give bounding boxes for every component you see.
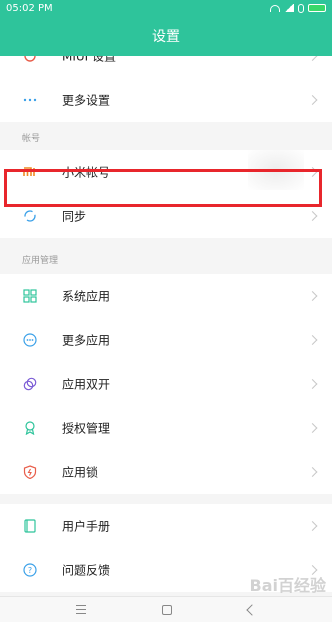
- chevron-right-icon: [307, 95, 318, 105]
- settings-item-label: 问题反馈: [62, 563, 111, 578]
- settings-item-more-settings[interactable]: 更多设置: [0, 78, 332, 122]
- settings-item-label: 应用锁: [62, 465, 99, 480]
- chevron-right-icon: [307, 423, 318, 433]
- shield-lock-icon: [22, 464, 38, 480]
- gear-icon: [22, 56, 38, 64]
- watermark: Bai百经验: [249, 576, 326, 595]
- chevron-right-icon: [307, 56, 318, 61]
- chevron-right-icon: [307, 291, 318, 301]
- chevron-right-icon: [307, 379, 318, 389]
- settings-item-label: 用户手册: [62, 519, 111, 534]
- wifi-icon: [270, 4, 280, 12]
- back-icon[interactable]: [246, 603, 258, 616]
- settings-item-more-apps[interactable]: 更多应用: [0, 318, 332, 362]
- svg-text:?: ?: [28, 566, 32, 575]
- status-bar: 05:02 PM: [0, 0, 332, 16]
- settings-item-label: 更多应用: [62, 333, 111, 348]
- battery-icon: [308, 4, 326, 12]
- settings-item-permissions[interactable]: 授权管理: [0, 406, 332, 450]
- nav-bar: [0, 596, 332, 622]
- page-title: 设置: [152, 29, 180, 45]
- mic-icon: [298, 3, 304, 13]
- section-header-account: 帐号: [22, 134, 41, 144]
- grid-icon: [22, 288, 38, 304]
- section-header-apps: 应用管理: [22, 256, 59, 266]
- chevron-right-icon: [307, 521, 318, 531]
- settings-item-app-lock[interactable]: 应用锁: [0, 450, 332, 494]
- dual-apps-icon: [22, 376, 38, 392]
- help-icon: ?: [22, 562, 38, 578]
- chevron-right-icon: [307, 467, 318, 477]
- more-dots-icon: [22, 92, 38, 108]
- status-time: 05:02 PM: [6, 2, 53, 14]
- title-bar: 设置: [0, 16, 332, 56]
- manual-icon: [22, 518, 38, 534]
- chevron-right-icon: [307, 335, 318, 345]
- menu-icon[interactable]: [76, 605, 86, 614]
- settings-item-label: 系统应用: [62, 289, 111, 304]
- settings-item-dual-apps[interactable]: 应用双开: [0, 362, 332, 406]
- status-icons: [270, 3, 326, 13]
- settings-item-label: MIUI 设置: [62, 56, 117, 64]
- permission-icon: [22, 420, 38, 436]
- settings-item-miui[interactable]: MIUI 设置: [0, 56, 332, 78]
- chevron-right-icon: [307, 211, 318, 221]
- settings-item-label: 同步: [62, 209, 87, 224]
- home-icon[interactable]: [162, 604, 172, 615]
- signal-icon: [284, 4, 294, 12]
- settings-item-label: 更多设置: [62, 93, 111, 108]
- highlight-box-sync: [4, 169, 322, 207]
- settings-item-label: 授权管理: [62, 421, 111, 436]
- sync-icon: [22, 208, 38, 224]
- more-circle-icon: [22, 332, 38, 348]
- settings-item-label: 应用双开: [62, 377, 111, 392]
- settings-item-user-manual[interactable]: 用户手册: [0, 504, 332, 548]
- settings-list: MIUI 设置 更多设置 帐号 小米帐号 同步 应用管理 系统应用 更多应用 应…: [0, 56, 332, 596]
- settings-item-system-apps[interactable]: 系统应用: [0, 274, 332, 318]
